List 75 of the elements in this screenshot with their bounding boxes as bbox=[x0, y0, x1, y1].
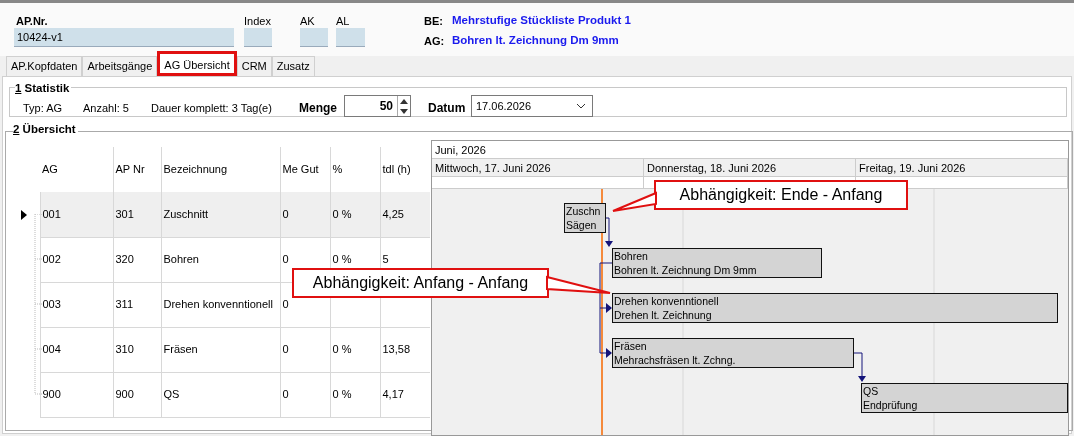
table-cell: 002 bbox=[42, 253, 61, 266]
table-cell: 0 bbox=[282, 298, 289, 311]
callout-pointer bbox=[546, 275, 611, 294]
tab[interactable]: Zusatz bbox=[271, 56, 315, 76]
table-cell: 003 bbox=[42, 298, 61, 311]
column-header[interactable]: Me Gut bbox=[282, 163, 319, 176]
table-cell: 320 bbox=[115, 253, 134, 266]
table-cell: 004 bbox=[42, 343, 61, 356]
table-cell: 0 bbox=[282, 343, 289, 356]
table-cell: 900 bbox=[42, 388, 61, 401]
dependency-arrow bbox=[853, 352, 866, 382]
tab[interactable]: Arbeitsgänge bbox=[82, 56, 158, 76]
table-cell: 5 bbox=[382, 253, 389, 266]
table-cell: Zuschnitt bbox=[163, 208, 209, 220]
field-label: Menge bbox=[299, 100, 337, 117]
table-cell: 0 bbox=[282, 253, 289, 266]
column-header[interactable]: tdl (h) bbox=[382, 163, 411, 176]
date-picker[interactable]: 17.06.2026 bbox=[471, 95, 593, 117]
table-cell: 900 bbox=[115, 388, 134, 401]
table-cell: 0 bbox=[282, 208, 289, 220]
quantity-spinbox[interactable]: 50 bbox=[344, 95, 411, 117]
gantt-bar[interactable]: Drehen konvenntionell Drehen lt. Zeichnung bbox=[612, 293, 1058, 323]
table-cell: Drehen konvenntionell bbox=[163, 298, 273, 311]
table-cell: 311 bbox=[115, 298, 134, 311]
stat-text: Typ: AG bbox=[23, 101, 63, 116]
chevron-down-icon bbox=[576, 103, 586, 109]
column-header[interactable]: AG bbox=[42, 163, 58, 176]
day-header: Mittwoch, 17. Juni 2026 bbox=[432, 159, 644, 176]
be-value: Mehrstufige Stückliste Produkt 1 bbox=[452, 13, 631, 28]
table-cell: Bohren bbox=[163, 253, 199, 266]
field-label: BE: bbox=[424, 14, 443, 29]
day-header: Freitag, 19. Juni 2026 bbox=[856, 159, 1068, 176]
tab[interactable]: AG Übersicht bbox=[157, 51, 237, 76]
table-cell: 0 % bbox=[332, 253, 352, 266]
field-label: Index bbox=[244, 14, 271, 29]
stat-text: Dauer komplett: 3 Tag(e) bbox=[151, 101, 272, 116]
column-header[interactable]: AP Nr bbox=[115, 163, 145, 176]
al-field[interactable] bbox=[336, 28, 365, 47]
table-cell: 001 bbox=[42, 208, 61, 220]
gantt-bar[interactable]: QS Endprüfung bbox=[861, 383, 1068, 413]
callout-pointer bbox=[612, 191, 657, 212]
index-field[interactable] bbox=[244, 28, 272, 47]
field-label: AP.Nr. bbox=[16, 14, 48, 29]
table-cell: 0 % bbox=[332, 208, 352, 220]
table-cell: 0 % bbox=[332, 343, 352, 356]
table-cell: 4,25 bbox=[382, 208, 404, 220]
column-header[interactable]: % bbox=[332, 163, 343, 176]
ag-value: Bohren lt. Zeichnung Dm 9mm bbox=[452, 33, 619, 48]
field-label: AK bbox=[300, 14, 315, 29]
field-label: Datum bbox=[428, 100, 466, 117]
table-cell: 0 % bbox=[332, 388, 352, 401]
tab[interactable]: CRM bbox=[236, 56, 272, 76]
table-cell: 4,17 bbox=[382, 388, 404, 401]
day-header: Donnerstag, 18. Juni 2026 bbox=[644, 159, 856, 176]
tab[interactable]: AP.Kopfdaten bbox=[6, 56, 83, 76]
dependency-arrow bbox=[605, 217, 613, 247]
gantt-bar[interactable]: Bohren Bohren lt. Zeichnung Dm 9mm bbox=[612, 248, 822, 278]
up-arrow-icon[interactable] bbox=[400, 98, 408, 104]
field-label: AG: bbox=[424, 34, 445, 49]
ak-field[interactable] bbox=[300, 28, 328, 47]
table-cell: 310 bbox=[115, 343, 134, 356]
month-header: Juni, 2026 bbox=[432, 141, 1068, 159]
down-arrow-icon[interactable] bbox=[400, 108, 408, 114]
stat-text: Anzahl: 5 bbox=[83, 101, 129, 116]
table-cell: Fräsen bbox=[163, 343, 198, 356]
gantt-bar[interactable]: Zuschn Sägen bbox=[564, 203, 606, 233]
table-cell: QS bbox=[163, 388, 180, 401]
ap-nr-field[interactable]: 10424-v1 bbox=[14, 28, 234, 47]
gantt-bar[interactable]: Fräsen Mehrachsfräsen lt. Zchng. bbox=[612, 338, 854, 368]
table-cell: 13,58 bbox=[382, 343, 411, 356]
table-cell: 0 bbox=[282, 388, 289, 401]
column-header[interactable]: Bezeichnung bbox=[163, 163, 228, 176]
row-pointer-icon bbox=[21, 210, 27, 221]
table-cell: 301 bbox=[115, 208, 134, 220]
field-label: AL bbox=[336, 14, 350, 29]
